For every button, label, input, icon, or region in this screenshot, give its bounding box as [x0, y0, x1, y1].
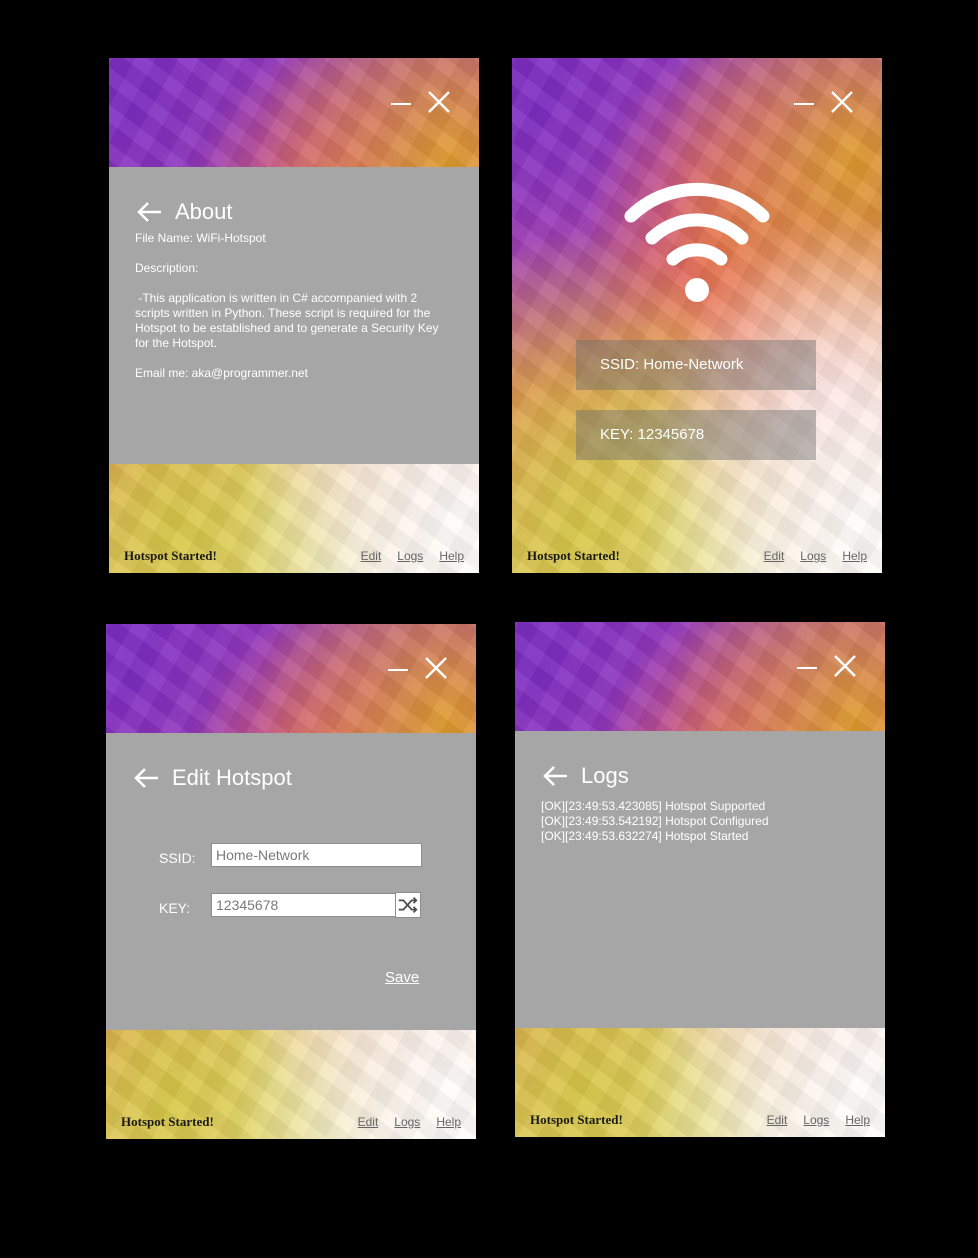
back-arrow-icon[interactable]: [135, 200, 163, 224]
key-label: KEY:: [159, 900, 191, 916]
close-icon[interactable]: [427, 90, 451, 114]
minimize-button[interactable]: [797, 655, 817, 677]
status-text: Hotspot Started!: [530, 1112, 623, 1127]
footer-links: Edit Logs Help: [767, 1113, 870, 1127]
status-text: Hotspot Started!: [124, 548, 217, 563]
edit-window: Edit Hotspot SSID: KEY: Save Hotspot Sta…: [106, 624, 476, 1139]
footer: Hotspot Started! Edit Logs Help: [106, 1105, 476, 1139]
status-text: Hotspot Started!: [527, 548, 620, 563]
page-title: Logs: [581, 763, 629, 788]
email-text: Email me: aka@programmer.net: [135, 366, 308, 380]
page-header: Logs: [541, 763, 629, 789]
about-panel: About File Name: WiFi-Hotspot Descriptio…: [109, 167, 479, 464]
page-header: About: [135, 199, 233, 225]
page-header: Edit Hotspot: [132, 765, 292, 791]
shuffle-icon: [398, 897, 418, 913]
logs-panel: Logs [OK][23:49:53.423085] Hotspot Suppo…: [515, 731, 885, 1028]
key-display: KEY: 12345678: [576, 410, 816, 460]
log-list: [OK][23:49:53.423085] Hotspot Supported …: [541, 799, 769, 844]
window-controls: [797, 654, 857, 678]
log-line: [OK][23:49:53.542192] Hotspot Configured: [541, 814, 769, 828]
logs-link[interactable]: Logs: [803, 1113, 829, 1127]
logs-link[interactable]: Logs: [394, 1115, 420, 1129]
window-controls: [794, 90, 854, 114]
save-button[interactable]: Save: [385, 969, 419, 986]
logs-link[interactable]: Logs: [800, 549, 826, 563]
help-link[interactable]: Help: [436, 1115, 461, 1129]
window-controls: [391, 90, 451, 114]
edit-panel: Edit Hotspot SSID: KEY: Save: [106, 733, 476, 1030]
page-title: Edit Hotspot: [172, 765, 292, 790]
ssid-input[interactable]: [211, 843, 422, 867]
page-title: About: [175, 199, 233, 224]
generate-key-button[interactable]: [395, 892, 421, 918]
main-window: SSID: Home-Network KEY: 12345678 Hotspot…: [512, 58, 882, 573]
footer-links: Edit Logs Help: [764, 549, 867, 563]
window-controls: [388, 656, 448, 680]
back-arrow-icon[interactable]: [541, 764, 569, 788]
edit-link[interactable]: Edit: [361, 549, 382, 563]
close-icon[interactable]: [830, 90, 854, 114]
minimize-button[interactable]: [388, 657, 408, 679]
status-text: Hotspot Started!: [121, 1114, 214, 1129]
edit-link[interactable]: Edit: [764, 549, 785, 563]
help-link[interactable]: Help: [439, 549, 464, 563]
edit-link[interactable]: Edit: [767, 1113, 788, 1127]
about-text: File Name: WiFi-Hotspot Description: -Th…: [135, 231, 455, 396]
footer-links: Edit Logs Help: [358, 1115, 461, 1129]
logs-window: Logs [OK][23:49:53.423085] Hotspot Suppo…: [515, 622, 885, 1137]
footer: Hotspot Started! Edit Logs Help: [515, 1103, 885, 1137]
description-label: Description:: [135, 261, 199, 275]
description-text: -This application is written in C# accom…: [135, 291, 442, 350]
ssid-display: SSID: Home-Network: [576, 340, 816, 390]
about-window: About File Name: WiFi-Hotspot Descriptio…: [109, 58, 479, 573]
minimize-button[interactable]: [391, 91, 411, 113]
log-line: [OK][23:49:53.423085] Hotspot Supported: [541, 799, 766, 813]
footer-links: Edit Logs Help: [361, 549, 464, 563]
file-name-text: File Name: WiFi-Hotspot: [135, 231, 266, 245]
footer: Hotspot Started! Edit Logs Help: [109, 539, 479, 573]
logs-link[interactable]: Logs: [397, 549, 423, 563]
help-link[interactable]: Help: [845, 1113, 870, 1127]
key-input[interactable]: [211, 893, 396, 917]
wifi-icon: [624, 182, 770, 302]
close-icon[interactable]: [833, 654, 857, 678]
footer: Hotspot Started! Edit Logs Help: [512, 539, 882, 573]
back-arrow-icon[interactable]: [132, 766, 160, 790]
close-icon[interactable]: [424, 656, 448, 680]
ssid-label: SSID:: [159, 850, 196, 866]
edit-link[interactable]: Edit: [358, 1115, 379, 1129]
help-link[interactable]: Help: [842, 549, 867, 563]
minimize-button[interactable]: [794, 91, 814, 113]
log-line: [OK][23:49:53.632274] Hotspot Started: [541, 829, 749, 843]
